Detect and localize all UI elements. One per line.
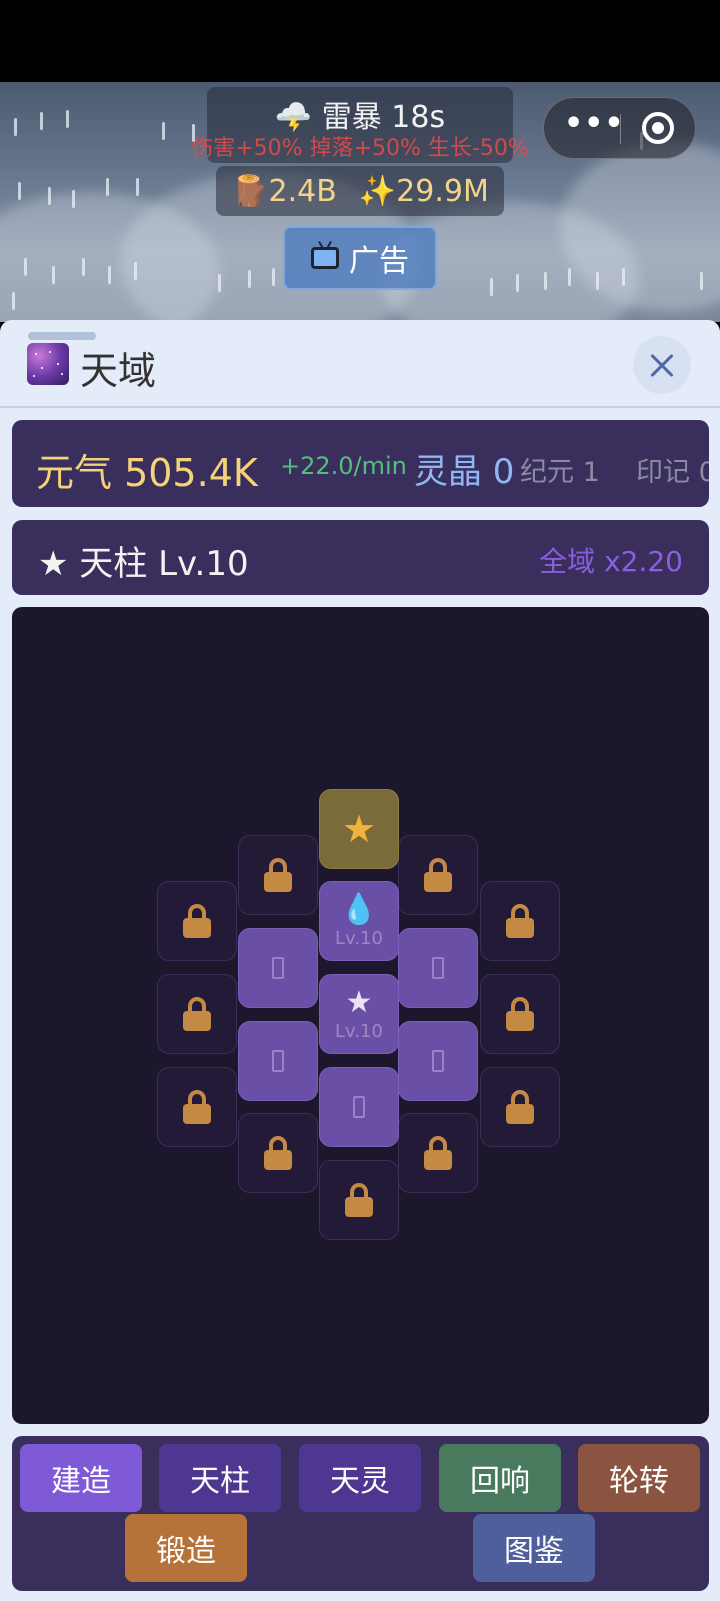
empty-slot-cell[interactable] [398,1021,478,1101]
lock-icon [424,1136,452,1170]
tab-forge[interactable]: 锻造 [125,1514,247,1582]
lock-icon [183,997,211,1031]
locked-cell[interactable] [319,1160,399,1240]
lock-icon [506,997,534,1031]
placeholder-glyph-icon [432,1050,444,1072]
header-divider [0,406,720,408]
empty-slot-cell[interactable] [398,928,478,1008]
status-bar [0,0,720,82]
cell-level: Lv.10 [335,927,383,949]
locked-cell[interactable] [398,835,478,915]
resource-panel: 🪵2.4B ✨29.9M [216,166,504,216]
qi-rate: +22.0/min [280,452,407,480]
lock-icon [183,904,211,938]
tab-build[interactable]: 建造 [20,1444,142,1512]
locked-cell[interactable] [238,1113,318,1193]
empty-slot-cell[interactable] [238,928,318,1008]
locked-cell[interactable] [238,835,318,915]
placeholder-glyph-icon [353,1096,365,1118]
locked-cell[interactable] [480,1067,560,1147]
tab-codex[interactable]: 图鉴 [473,1514,595,1582]
locked-cell[interactable] [480,974,560,1054]
locked-cell[interactable] [398,1113,478,1193]
star-icon: ★ [345,984,373,1020]
empty-slot-cell[interactable] [319,1067,399,1147]
locked-cell[interactable] [157,1067,237,1147]
drag-handle[interactable] [28,332,96,340]
lock-icon [506,904,534,938]
lock-icon [506,1090,534,1124]
lock-icon [345,1183,373,1217]
ad-button-label: 广告 [349,244,409,279]
placeholder-glyph-icon [272,957,284,979]
galaxy-icon [27,343,69,385]
lock-icon [424,858,452,892]
bottom-tab-bar: 建造 天柱 天灵 回响 轮转 锻造 图鉴 [12,1436,709,1591]
locked-cell[interactable] [157,881,237,961]
locked-cell[interactable] [157,974,237,1054]
stats-bar: 元气 505.4K +22.0/min 灵晶 0 纪元 1 印记 0 [12,420,709,507]
center-pillar-cell[interactable]: ★ Lv.10 [319,974,399,1054]
lock-icon [183,1090,211,1124]
lock-icon [264,1136,292,1170]
weather-effects: 伤害+50% 掉落+50% 生长-50% [191,136,529,161]
ad-button[interactable]: 广告 [283,226,437,290]
exit-icon[interactable] [642,112,674,144]
qi-value: 元气 505.4K [36,451,258,495]
close-button[interactable] [633,336,691,394]
capsule-divider [620,114,621,144]
panel-title: 天域 [80,349,157,393]
water-cell[interactable]: 💧 Lv.10 [319,881,399,961]
wood-resource: 🪵2.4B [231,173,337,209]
placeholder-glyph-icon [272,1050,284,1072]
tab-spirit[interactable]: 天灵 [299,1444,421,1512]
gold-star-cell[interactable]: ★ [319,789,399,869]
pillar-name: ★ 天柱 Lv.10 [38,544,249,584]
tv-icon [311,247,339,269]
tab-pillar[interactable]: 天柱 [159,1444,281,1512]
water-drop-icon: 💧 [340,891,378,927]
cell-level: Lv.10 [335,1020,383,1042]
locked-cell[interactable] [480,881,560,961]
more-icon[interactable]: ••• [564,109,624,144]
spark-resource: ✨29.9M [358,173,489,209]
empty-slot-cell[interactable] [238,1021,318,1101]
pillar-bar[interactable]: ★ 天柱 Lv.10 全域 x2.20 [12,520,709,595]
lock-icon [264,858,292,892]
pillar-multiplier: 全域 x2.20 [539,545,683,578]
mini-program-capsule: ••• [543,97,696,159]
star-icon: ★ [341,807,377,851]
tab-cycle[interactable]: 轮转 [578,1444,700,1512]
placeholder-glyph-icon [432,957,444,979]
tab-echo[interactable]: 回响 [439,1444,561,1512]
mark-value: 印记 0 [636,457,709,488]
crystal-value: 灵晶 0 [414,452,515,492]
era-value: 纪元 1 [520,457,600,488]
